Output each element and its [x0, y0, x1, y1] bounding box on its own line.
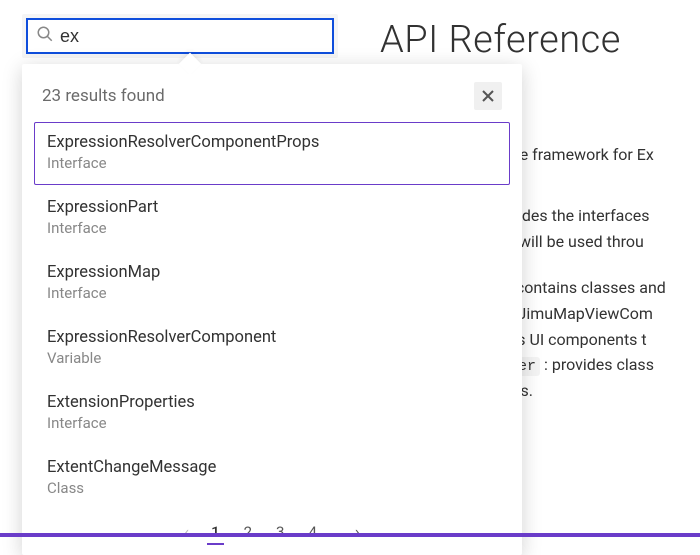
- result-type: Interface: [47, 219, 497, 237]
- page-next[interactable]: ›: [355, 522, 360, 541]
- page-title: API Reference: [380, 18, 621, 62]
- close-icon: [482, 90, 494, 102]
- search-input[interactable]: [60, 26, 324, 47]
- close-button[interactable]: [474, 82, 502, 110]
- accent-bar: [0, 533, 700, 537]
- pagination: ‹ 1234 ›: [22, 512, 522, 547]
- page-prev[interactable]: ‹: [184, 522, 189, 541]
- result-title: ExtensionProperties: [47, 393, 497, 412]
- result-item[interactable]: ExpressionPart Interface: [34, 187, 510, 250]
- page-number[interactable]: 2: [240, 521, 256, 543]
- result-item[interactable]: ExtensionProperties Interface: [34, 382, 510, 445]
- result-type: Class: [47, 479, 497, 497]
- result-list: ExpressionResolverComponentProps Interfac…: [22, 122, 522, 510]
- search-results-dropdown: 23 results found ExpressionResolverCompo…: [22, 64, 522, 555]
- result-item[interactable]: ExpressionResolverComponentProps Interfac…: [34, 122, 510, 185]
- result-item[interactable]: ExpressionMap Interface: [34, 252, 510, 315]
- page-number[interactable]: 4: [304, 521, 320, 543]
- result-title: ExpressionResolverComponent: [47, 328, 497, 347]
- search-icon: [36, 25, 54, 47]
- result-item[interactable]: ExpressionResolverComponent Variable: [34, 317, 510, 380]
- result-title: ExtentChangeMessage: [47, 458, 497, 477]
- results-count: 23 results found: [42, 86, 165, 106]
- result-item[interactable]: ExtentChangeMessage Class: [34, 447, 510, 510]
- result-type: Interface: [47, 284, 497, 302]
- result-type: Interface: [47, 154, 497, 172]
- page-number[interactable]: 3: [272, 521, 288, 543]
- result-title: ExpressionMap: [47, 263, 497, 282]
- result-title: ExpressionPart: [47, 198, 497, 217]
- search-container: [22, 14, 338, 58]
- result-type: Variable: [47, 349, 497, 367]
- search-box[interactable]: [26, 18, 334, 54]
- result-type: Interface: [47, 414, 497, 432]
- result-title: ExpressionResolverComponentProps: [47, 133, 497, 152]
